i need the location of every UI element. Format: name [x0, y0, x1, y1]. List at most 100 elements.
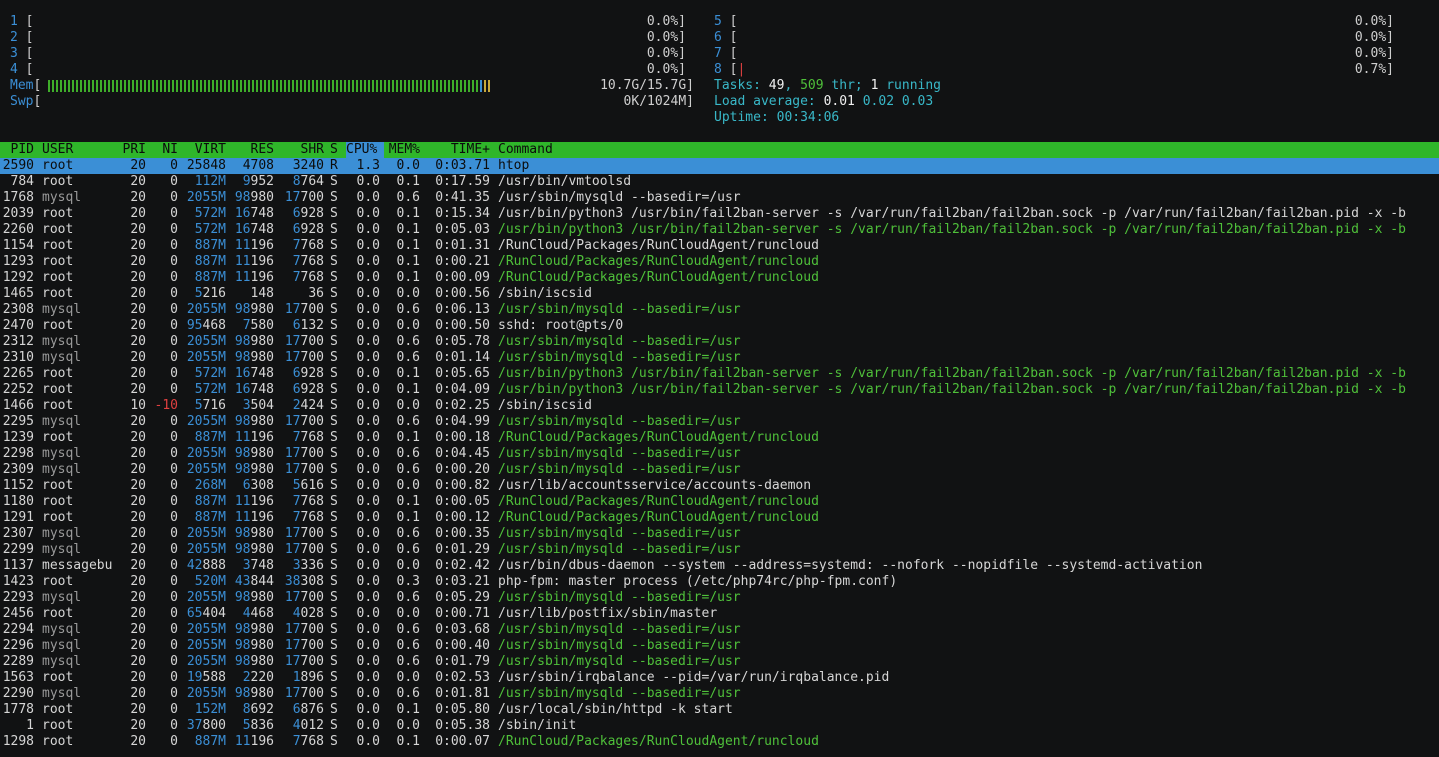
process-row[interactable]: 2456 root 20 0 65404 4468 4028 S 0.0 0.0 0:00.71/u…	[0, 606, 1439, 622]
process-time: 0:03.68	[435, 622, 490, 637]
process-row[interactable]: 1291 root 20 0 887M 11196 7768 S 0.0 0.1 0:00.12/R…	[0, 510, 1439, 526]
column-header-virt[interactable]: VIRT	[180, 142, 226, 158]
mem-bar-segment	[304, 80, 306, 92]
process-virt: 2055M	[180, 350, 226, 366]
process-virt: 19588	[180, 670, 226, 686]
process-time: 0:01.81	[435, 686, 490, 701]
process-row[interactable]: 1298 root 20 0 887M 11196 7768 S 0.0 0.1 0:00.07/R…	[0, 734, 1439, 750]
column-header-time[interactable]: TIME+	[426, 142, 490, 158]
mem-size-units: 404	[202, 606, 226, 621]
process-row[interactable]: 1152 root 20 0 268M 6308 5616 S 0.0 0.0 0:00.82/us…	[0, 478, 1439, 494]
process-virt: 152M	[180, 702, 226, 718]
process-mem: 0.0	[396, 718, 420, 733]
column-header-s[interactable]: S	[330, 142, 340, 158]
process-table-header[interactable]: PID USER PRI NI VIRT RES SHR S CPU% MEM% TIME+ Comm…	[0, 142, 1439, 158]
mem-bar-segment	[276, 80, 278, 92]
process-row[interactable]: 1466 root 10 -10 5716 3504 2424 S 0.0 0.0 0:02.25/…	[0, 398, 1439, 414]
process-row[interactable]: 1768 mysql 20 0 2055M 98980 17700 S 0.0 0.6 0:41.3…	[0, 190, 1439, 206]
process-row[interactable]: 2312 mysql 20 0 2055M 98980 17700 S 0.0 0.6 0:05.7…	[0, 334, 1439, 350]
process-cpu: 0.0	[356, 670, 380, 685]
process-row[interactable]: 1293 root 20 0 887M 11196 7768 S 0.0 0.1 0:00.21/R…	[0, 254, 1439, 270]
cpu-percent: 0.0%	[646, 14, 679, 29]
process-pid: 1768	[2, 190, 34, 205]
mem-bar-segment	[268, 80, 270, 92]
process-row[interactable]: 2295 mysql 20 0 2055M 98980 17700 S 0.0 0.6 0:04.9…	[0, 414, 1439, 430]
process-row[interactable]: 1465 root 20 0 5216 148 36 S 0.0 0.0 0:00.56/sbin/…	[0, 286, 1439, 302]
process-row[interactable]: 2310 mysql 20 0 2055M 98980 17700 S 0.0 0.6 0:01.1…	[0, 350, 1439, 366]
column-header-pid[interactable]: PID	[0, 142, 34, 158]
process-row[interactable]: 1239 root 20 0 887M 11196 7768 S 0.0 0.1 0:00.18/R…	[0, 430, 1439, 446]
process-row[interactable]: 2289 mysql 20 0 2055M 98980 17700 S 0.0 0.6 0:01.7…	[0, 654, 1439, 670]
process-row[interactable]: 2309 mysql 20 0 2055M 98980 17700 S 0.0 0.6 0:00.2…	[0, 462, 1439, 478]
process-time: 0:17.59	[435, 174, 490, 189]
process-row[interactable]: 2252 root 20 0 572M 16748 6928 S 0.0 0.1 0:04.09/u…	[0, 382, 1439, 398]
mem-bar-segment	[180, 80, 182, 92]
mem-size-units: 980	[250, 638, 274, 653]
mem-bar-segment	[336, 80, 338, 92]
process-ni: 0	[170, 350, 178, 365]
process-row[interactable]: 1778 root 20 0 152M 8692 6876 S 0.0 0.1 0:05.80/us…	[0, 702, 1439, 718]
process-res: 11196	[228, 270, 274, 286]
process-row[interactable]: 2307 mysql 20 0 2055M 98980 17700 S 0.0 0.6 0:00.3…	[0, 526, 1439, 542]
process-row[interactable]: 1154 root 20 0 887M 11196 7768 S 0.0 0.1 0:01.31/R…	[0, 238, 1439, 254]
process-row[interactable]: 2299 mysql 20 0 2055M 98980 17700 S 0.0 0.6 0:01.2…	[0, 542, 1439, 558]
process-pid: 2252	[2, 382, 34, 397]
process-s: S	[330, 334, 338, 349]
process-row[interactable]: 2293 mysql 20 0 2055M 98980 17700 S 0.0 0.6 0:05.2…	[0, 590, 1439, 606]
column-header-cpu[interactable]: CPU%	[346, 142, 384, 158]
process-row[interactable]: 1 root 20 0 37800 5836 4012 S 0.0 0.0 0:05.38/sbin…	[0, 718, 1439, 734]
mem-size-units: 700	[300, 542, 324, 557]
process-row[interactable]: 1423 root 20 0 520M 43844 38308 S 0.0 0.3 0:03.21 p…	[0, 574, 1439, 590]
process-time: 0:00.20	[435, 462, 490, 477]
process-row[interactable]: 2308 mysql 20 0 2055M 98980 17700 S 0.0 0.6 0:06.1…	[0, 302, 1439, 318]
process-user: messagebu	[42, 558, 113, 573]
column-header-cmd[interactable]: Command	[498, 142, 1438, 158]
process-mem: 0.1	[396, 734, 420, 749]
process-ni: 0	[170, 270, 178, 285]
process-row[interactable]: 2590 root 20 0 25848 4708 3240 R 1.3 0.0 0:03.71 ht…	[0, 158, 1439, 174]
column-header-res[interactable]: RES	[228, 142, 274, 158]
process-pid: 2289	[2, 654, 34, 669]
process-row[interactable]: 1180 root 20 0 887M 11196 7768 S 0.0 0.1 0:00.05/R…	[0, 494, 1439, 510]
mem-size-thousands: 11	[234, 734, 251, 749]
process-row[interactable]: 2039 root 20 0 572M 16748 6928 S 0.0 0.1 0:15.34/u…	[0, 206, 1439, 222]
process-mem: 0.6	[396, 190, 420, 205]
process-row[interactable]: 2296 mysql 20 0 2055M 98980 17700 S 0.0 0.6 0:00.4…	[0, 638, 1439, 654]
cpu-percent-group: 0.0%]	[1355, 30, 1394, 46]
cpu-percent: 0.0%	[1354, 46, 1387, 61]
mem-size-thousands: 17	[284, 414, 301, 429]
process-cmd: /usr/lib/postfix/sbin/master	[498, 606, 718, 621]
cpu-meter: 1 [0.0%]	[10, 14, 686, 30]
meter-bracket-open: [	[25, 14, 34, 29]
process-row[interactable]: 2290 mysql 20 0 2055M 98980 17700 S 0.0 0.6 0:01.8…	[0, 686, 1439, 702]
process-row[interactable]: 2260 root 20 0 572M 16748 6928 S 0.0 0.1 0:05.03/u…	[0, 222, 1439, 238]
process-list[interactable]: 2590 root 20 0 25848 4708 3240 R 1.3 0.0 0:03.71 ht…	[0, 158, 1439, 750]
mem-bar-segment	[448, 80, 450, 92]
mem-size-units: 980	[250, 190, 274, 205]
mem-size-units: 980	[250, 414, 274, 429]
process-pid: 2312	[2, 334, 34, 349]
column-header-user[interactable]: USER	[42, 142, 114, 158]
mem-size-units: 844	[250, 574, 274, 589]
mem-bar-segment	[76, 80, 78, 92]
mem-size-value: 2055M	[186, 590, 226, 605]
column-header-pri[interactable]: PRI	[114, 142, 146, 158]
process-row[interactable]: 2470 root 20 0 95468 7580 6132 S 0.0 0.0 0:00.50 ss…	[0, 318, 1439, 334]
process-row[interactable]: 1292 root 20 0 887M 11196 7768 S 0.0 0.1 0:00.09/R…	[0, 270, 1439, 286]
mem-size-value: 520M	[194, 574, 226, 589]
mem-bar-segment	[256, 80, 258, 92]
process-row[interactable]: 784 root 20 0 112M 9952 8764 S 0.0 0.1 0:17.59/usr…	[0, 174, 1439, 190]
process-time: 0:04.09	[435, 382, 490, 397]
column-header-shr[interactable]: SHR	[276, 142, 324, 158]
mem-size-units: 980	[250, 526, 274, 541]
process-user: root	[42, 398, 74, 413]
process-row[interactable]: 2294 mysql 20 0 2055M 98980 17700 S 0.0 0.6 0:03.6…	[0, 622, 1439, 638]
column-header-ni[interactable]: NI	[148, 142, 178, 158]
process-time: 0:05.65	[435, 366, 490, 381]
process-row[interactable]: 1137 messagebu 20 0 42888 3748 3336 S 0.0 0.0 0:02…	[0, 558, 1439, 574]
process-row[interactable]: 2265 root 20 0 572M 16748 6928 S 0.0 0.1 0:05.65/u…	[0, 366, 1439, 382]
column-header-mem[interactable]: MEM%	[386, 142, 420, 158]
process-ni: 0	[170, 222, 178, 237]
process-row[interactable]: 1563 root 20 0 19588 2220 1896 S 0.0 0.0 0:02.53/u…	[0, 670, 1439, 686]
process-row[interactable]: 2298 mysql 20 0 2055M 98980 17700 S 0.0 0.6 0:04.4…	[0, 446, 1439, 462]
